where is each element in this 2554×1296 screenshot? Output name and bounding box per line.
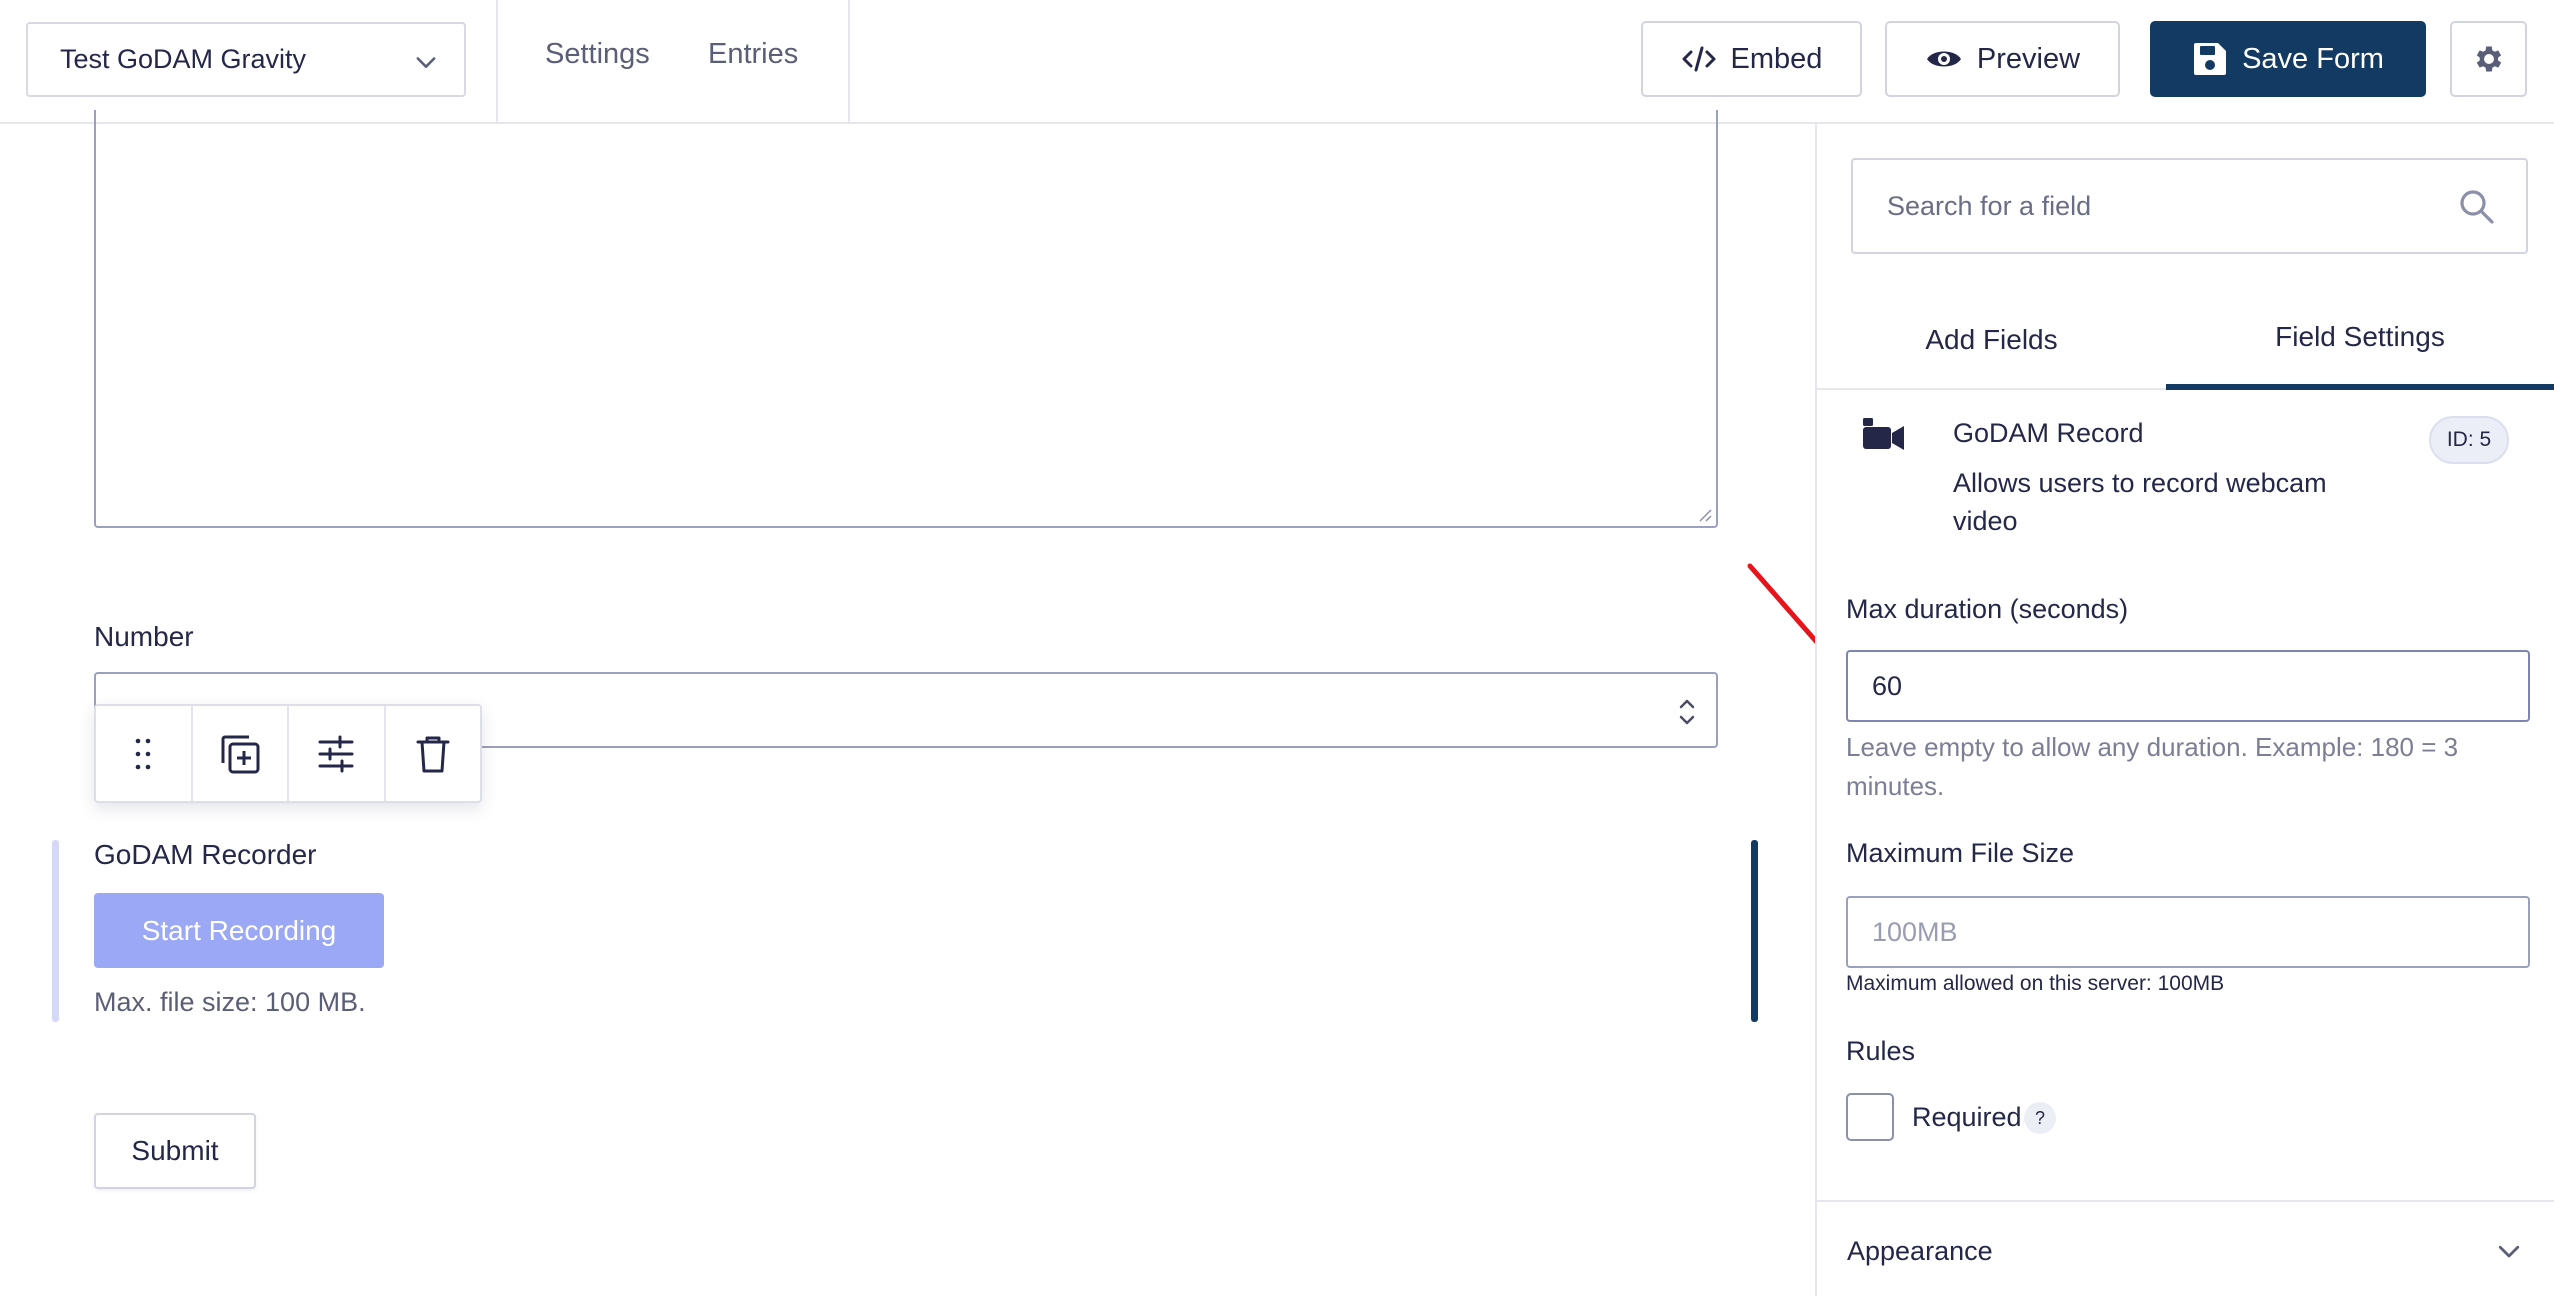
required-checkbox[interactable] (1846, 1093, 1894, 1141)
entries-link[interactable]: Entries (708, 38, 798, 71)
tab-add-fields[interactable]: Add Fields (1817, 290, 2166, 390)
form-selector-dropdown[interactable]: Test GoDAM Gravity (26, 22, 466, 97)
duplicate-field-button[interactable] (193, 706, 289, 801)
field-settings-button[interactable] (289, 706, 386, 801)
max-file-size-placeholder: 100MB (1872, 916, 1958, 947)
max-file-size-note: Maximum allowed on this server: 100MB (1846, 972, 2225, 995)
save-form-button-label: Save Form (2242, 42, 2384, 75)
paragraph-textarea[interactable] (94, 110, 1718, 528)
eye-icon (1926, 51, 1961, 67)
top-bar: Test GoDAM Gravity Settings Entries Embe… (0, 0, 2554, 124)
appearance-section-toggle[interactable]: Appearance (1817, 1200, 2554, 1296)
start-recording-button[interactable]: Start Recording (94, 893, 384, 968)
chevron-down-icon (416, 57, 436, 68)
search-icon (2460, 190, 2494, 224)
recorder-field-label: GoDAM Recorder (94, 839, 317, 870)
spinner-arrows-icon[interactable] (1678, 696, 1696, 728)
max-file-size-input[interactable]: 100MB (1846, 896, 2530, 968)
drag-handle-icon (135, 738, 151, 769)
field-type-description: Allows users to record webcam video (1953, 468, 2327, 536)
settings-gear-button[interactable] (2450, 21, 2527, 97)
selection-marker-right (1751, 840, 1758, 1022)
help-question-icon[interactable]: ? (2024, 1102, 2056, 1134)
trash-icon (416, 736, 450, 772)
file-size-hint: Max. file size: 100 MB. (94, 987, 366, 1017)
save-form-button[interactable]: Save Form (2150, 21, 2426, 97)
max-file-size-label: Maximum File Size (1846, 838, 2075, 868)
rules-label: Rules (1846, 1036, 1916, 1066)
delete-field-button[interactable] (386, 706, 481, 801)
sliders-icon (318, 735, 354, 772)
max-duration-label: Max duration (seconds) (1846, 594, 2129, 624)
resize-handle-icon[interactable] (1696, 506, 1712, 522)
form-selector-value: Test GoDAM Gravity (60, 44, 307, 74)
drag-handle-button[interactable] (96, 706, 193, 801)
chevron-down-icon (2498, 1245, 2520, 1258)
code-icon (1682, 46, 1716, 72)
field-settings-sidebar: Search for a field Add Fields Field Sett… (1815, 124, 2554, 1296)
submit-button[interactable]: Submit (94, 1113, 256, 1189)
sidebar-tabs: Add Fields Field Settings (1817, 290, 2554, 390)
tab-field-settings[interactable]: Field Settings (2166, 290, 2554, 390)
appearance-label: Appearance (1847, 1236, 1993, 1266)
selection-marker-left (52, 840, 59, 1022)
video-camera-icon (1863, 418, 1904, 450)
max-duration-help: Leave empty to allow any duration. Examp… (1846, 732, 2459, 801)
floppy-disk-icon (2194, 43, 2227, 75)
field-toolbar (94, 704, 482, 803)
embed-button[interactable]: Embed (1641, 21, 1862, 97)
number-field-label: Number (94, 621, 194, 652)
field-type-title: GoDAM Record (1953, 418, 2144, 448)
gear-icon (2476, 46, 2501, 72)
preview-button[interactable]: Preview (1885, 21, 2120, 97)
divider (848, 0, 850, 122)
settings-link[interactable]: Settings (545, 38, 650, 71)
field-search-placeholder: Search for a field (1887, 190, 2092, 221)
field-search-input[interactable]: Search for a field (1851, 158, 2528, 254)
max-duration-value: 60 (1872, 670, 1903, 701)
max-duration-input[interactable]: 60 (1846, 650, 2530, 722)
embed-button-label: Embed (1730, 42, 1823, 75)
required-label[interactable]: Required (1912, 1102, 2022, 1133)
divider (496, 0, 498, 122)
duplicate-icon (221, 735, 260, 773)
field-id-badge: ID: 5 (2429, 416, 2509, 464)
preview-button-label: Preview (1976, 42, 2081, 75)
